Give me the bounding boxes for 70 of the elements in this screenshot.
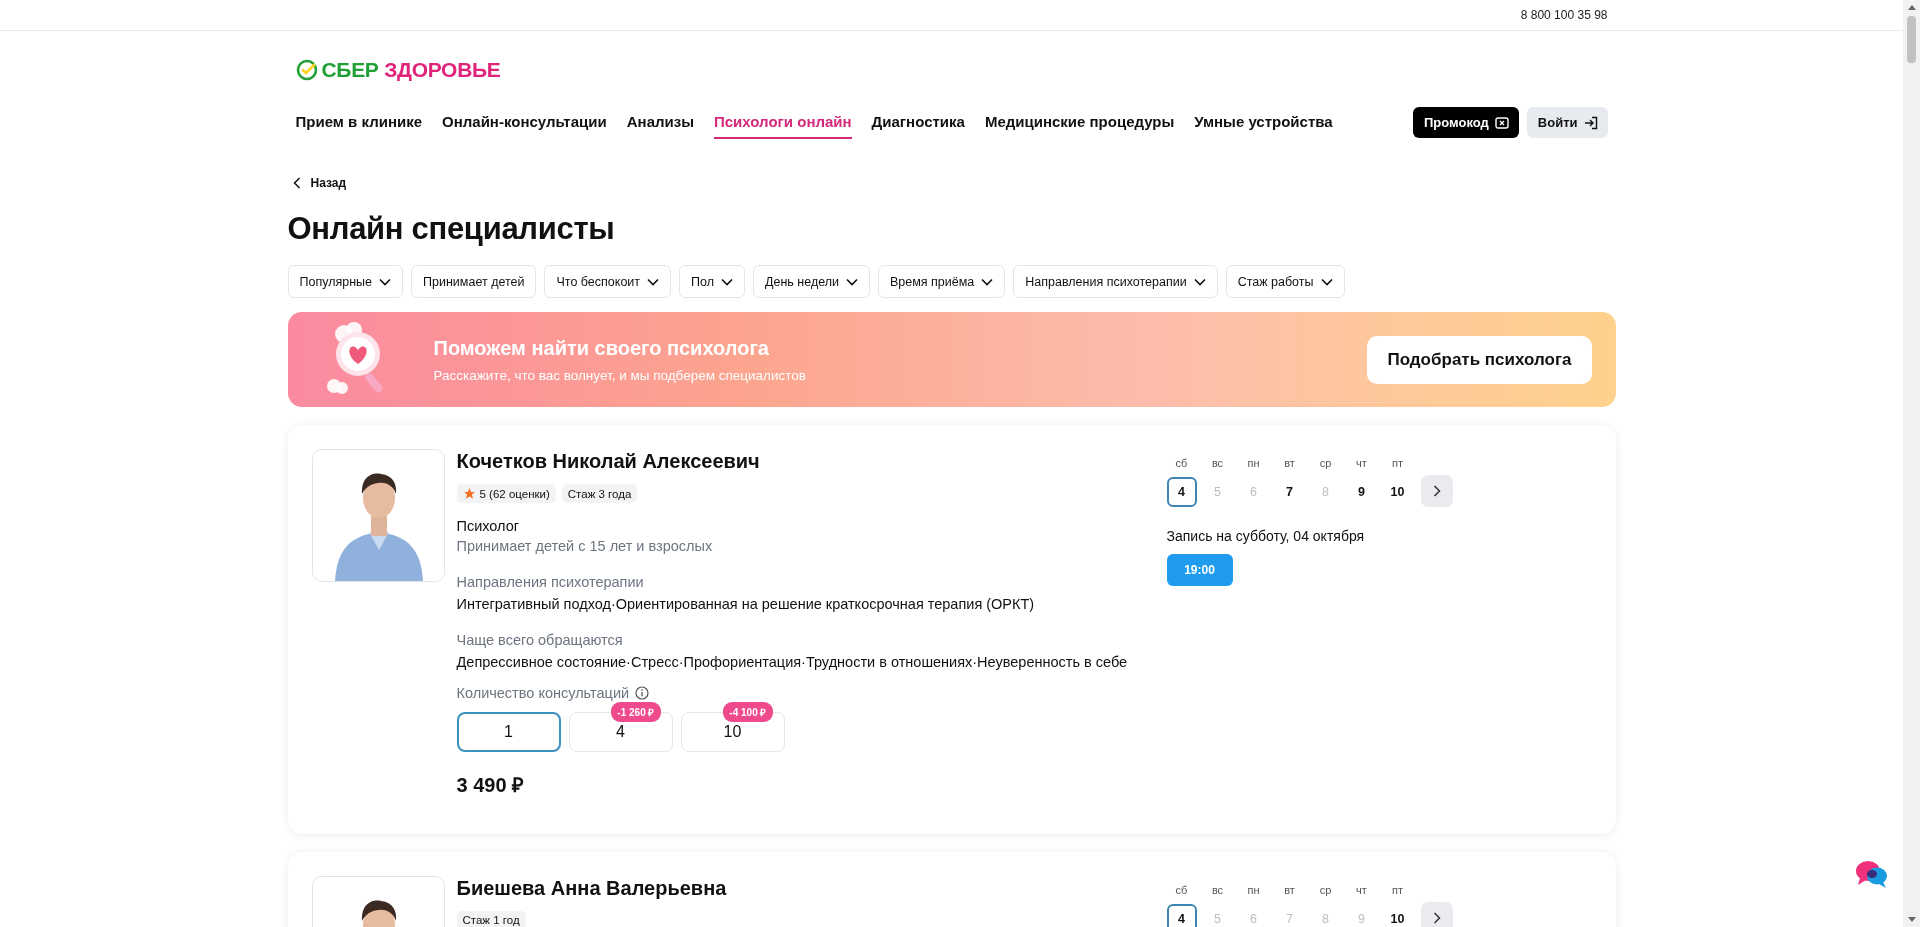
weekday-label: вс [1211, 884, 1224, 896]
login-button[interactable]: Войти [1526, 107, 1608, 138]
star-icon [462, 487, 476, 500]
weekday-label: ср [1319, 457, 1332, 469]
sign-in-icon [1583, 115, 1598, 130]
scroll-down-icon[interactable] [1907, 917, 1916, 922]
pick-psychologist-button[interactable]: Подобрать психолога [1367, 335, 1592, 384]
weekday-label: вт [1284, 884, 1295, 896]
filter-dropdown[interactable]: Популярные [287, 265, 404, 298]
promo-button[interactable]: Промокод [1413, 107, 1519, 138]
banner-subtitle: Расскажите, что вас волнует, и мы подберем специалистов [433, 367, 807, 383]
age-note: Принимает детей с 15 лет и взрослых [456, 538, 713, 554]
filter-dropdown[interactable]: Что беспокоит [544, 265, 672, 298]
weekday-label: пн [1247, 457, 1260, 469]
weekday-label: чт [1356, 884, 1367, 896]
experience-tag: Стаж 1 год [456, 911, 526, 927]
next-button[interactable] [1420, 902, 1453, 927]
calendar-day[interactable]: 4 [1166, 477, 1197, 507]
phone-number[interactable]: 8 800 100 35 98 [1520, 8, 1608, 22]
nav-link[interactable]: Умные устройства [1194, 106, 1333, 139]
info-icon[interactable] [635, 686, 650, 700]
section-label: Количество консультаций [456, 685, 630, 701]
filter-dropdown[interactable]: Стаж работы [1225, 265, 1345, 298]
weekday-label: вс [1211, 457, 1224, 469]
weekday-label: вт [1284, 457, 1295, 469]
scroll-up-icon[interactable] [1907, 5, 1916, 10]
nav-link[interactable]: Психологи онлайн [714, 106, 852, 139]
specialist-name[interactable]: Кочетков Николай Алексеевич [456, 450, 760, 473]
rating-tag: 5 (62 оценки) [456, 484, 556, 503]
calendar-day[interactable]: 4 [1166, 904, 1197, 927]
specialist-role: Психолог [456, 518, 520, 534]
weekday-label: сб [1175, 457, 1188, 469]
back-link[interactable]: Назад [292, 176, 347, 190]
nav-link[interactable]: Прием в клинике [295, 106, 423, 139]
page-title: Онлайн специалисты [287, 211, 616, 247]
chat-icon[interactable] [1855, 859, 1889, 889]
experience-tag: Стаж 3 года [561, 484, 638, 503]
logo-text[interactable]: СБЕР ЗДОРОВЬЕ [321, 58, 501, 82]
directions-text: Интегративный подход·Ориентированная на решение краткосрочная терапия (ОРКТ) [456, 596, 1035, 612]
weekday-label: пт [1392, 457, 1403, 469]
logo-icon [295, 59, 318, 81]
nav-link[interactable]: Диагностика [871, 106, 965, 139]
chevron-left-icon [292, 177, 301, 189]
weekday-label: пт [1392, 884, 1403, 896]
filter-dropdown[interactable]: Пол [679, 265, 745, 298]
concerns-text: Депрессивное состояние·Стресс·Профориентация·Трудности в отношениях·Неуверенность в себе [456, 654, 1128, 670]
section-label: Направления психотерапии [456, 574, 644, 590]
scrollbar-thumb[interactable] [1907, 16, 1916, 63]
section-label: Чаще всего обращаются [456, 632, 623, 648]
filter-dropdown[interactable]: Время приёма [878, 265, 1006, 298]
filter-chip[interactable]: Принимает детей [411, 265, 537, 298]
weekday-label: сб [1175, 884, 1188, 896]
weekday-label: ср [1319, 884, 1332, 896]
package-option[interactable]: 1 [456, 712, 561, 752]
price: 3 490 ₽ [456, 773, 525, 798]
nav-link[interactable]: Медицинские процедуры [984, 106, 1175, 139]
chevron-right-icon [1432, 485, 1441, 497]
banner-title: Поможем найти своего психолога [433, 336, 770, 360]
discount-badge: -4 100 ₽ [723, 702, 773, 722]
filter-dropdown[interactable]: День недели [753, 265, 870, 298]
discount-badge: -1 260 ₽ [611, 702, 661, 722]
weekday-label: пн [1247, 884, 1260, 896]
chevron-right-icon [1432, 912, 1441, 924]
nav-link[interactable]: Онлайн-консультации [442, 106, 607, 139]
weekday-label: чт [1356, 457, 1367, 469]
specialist-name[interactable]: Биешева Анна Валерьевна [456, 877, 727, 900]
booking-label: Запись на субботу, 04 октября [1166, 528, 1366, 544]
nav-link[interactable]: Анализы [626, 106, 694, 139]
scrollbar[interactable] [1903, 0, 1920, 927]
filter-dropdown[interactable]: Направления психотерапии [1013, 265, 1218, 298]
